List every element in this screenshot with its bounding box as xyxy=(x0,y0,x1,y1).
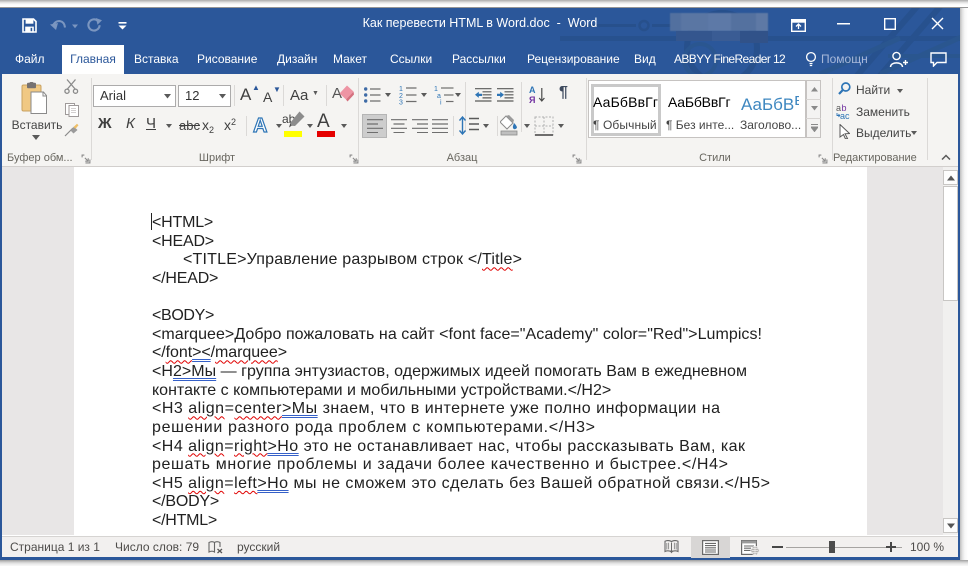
svg-text:1: 1 xyxy=(434,86,438,93)
svg-text:А: А xyxy=(529,85,536,95)
svg-text:Я: Я xyxy=(529,95,535,104)
svg-text:1: 1 xyxy=(399,86,403,93)
svg-text:3: 3 xyxy=(399,100,403,107)
svg-text:i: i xyxy=(440,100,442,107)
svg-text:А: А xyxy=(253,115,267,136)
svg-text:ac: ac xyxy=(840,111,850,119)
